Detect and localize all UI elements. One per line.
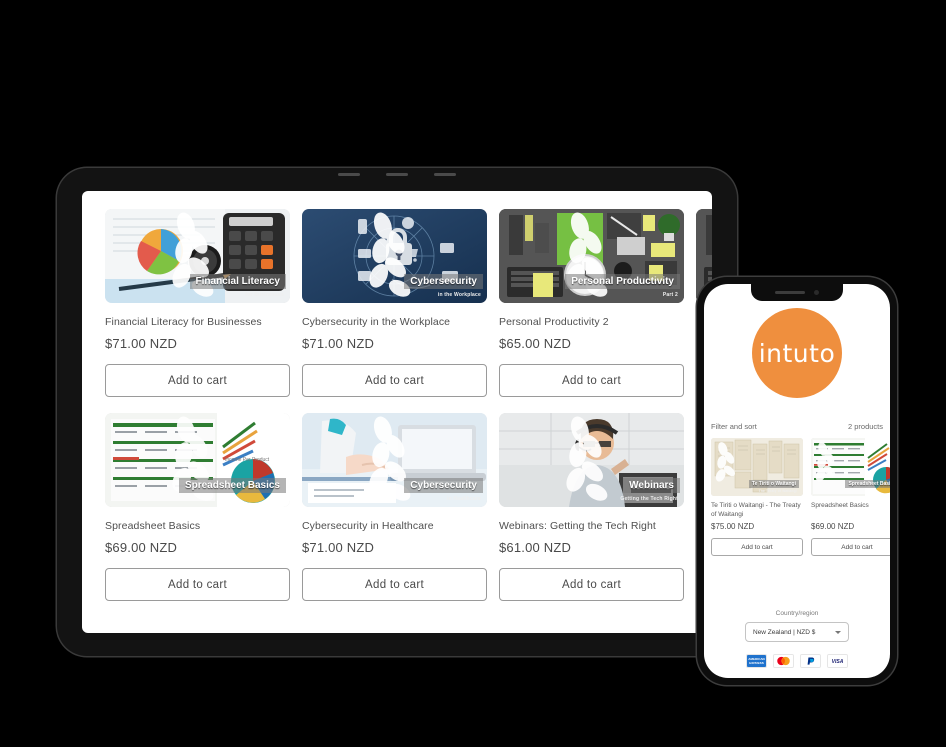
thumbnail-banner-sublabel: for Businesses [245,292,284,298]
thumbnail-banner-label: Spreadsheet Basics [178,478,286,494]
product-card: Personal Productivity Part 2 Personal Pr… [499,209,684,398]
product-card: Cybersecurity in Healthcare Cybersecurit… [302,413,487,602]
product-title[interactable]: Cybersecurity in the Workplace [302,315,487,329]
svg-text:VISA: VISA [832,659,844,665]
product-price: $71.00 NZD [105,336,178,352]
add-to-cart-button[interactable]: Add to cart [711,538,803,556]
product-card: Financial Literacy for Businesses Financ… [105,209,290,398]
tablet-screen: Financial Literacy for Businesses Financ… [82,191,712,633]
add-to-cart-button[interactable]: Add to cart [302,364,487,398]
add-to-cart-button[interactable]: Add to cart [105,568,290,602]
product-count-label: 2 products [847,422,883,431]
phone-screen: intuto Filter and sort 2 products Te Tir… [704,284,890,678]
tablet-speaker-grille [337,173,457,177]
add-to-cart-button[interactable]: Add to cart [811,538,890,556]
product-card: Cybersecurity in the Workplace Cybersecu… [302,209,487,398]
chevron-down-icon [835,630,841,634]
product-title[interactable]: Financial Literacy for Businesses [105,315,290,329]
thumbnail-banner-label: Cybersecurity [404,478,483,494]
product-card: Te Tiriti o Waitangi The Treaty of Waita… [711,438,803,556]
add-to-cart-button[interactable]: Add to cart [499,568,684,602]
product-price: $75.00 NZD [711,522,755,531]
mockup-stage: Financial Literacy for Businesses Financ… [0,0,946,747]
product-thumbnail[interactable]: Cybersecurity in the Workplace [302,209,487,303]
product-title[interactable]: Cybersecurity in Healthcare [302,519,487,533]
intuto-logo[interactable]: intuto [752,308,842,398]
svg-text:Income Per Product: Income Per Product [225,457,270,463]
thumbnail-banner-label: Personal Productivity [565,274,680,289]
payment-methods-row: AMERICAN EXPRESS VISA [704,654,890,668]
product-card: Webinars Getting the Tech Right Webinars… [499,413,684,602]
product-title[interactable]: Personal Productivity 2 [499,315,684,329]
product-thumbnail[interactable]: Cybersecurity in Healthcare [302,413,487,508]
phone-notch [751,284,843,301]
tablet-device: Financial Literacy for Businesses Financ… [57,168,737,656]
earpiece-speaker-icon [775,291,805,294]
product-price: $69.00 NZD [105,540,178,556]
phone-product-grid: Te Tiriti o Waitangi The Treaty of Waita… [704,438,890,556]
thumbnail-banner-sublabel: The Treaty of Waitangi [758,489,797,493]
product-thumbnail[interactable]: Te Tiriti o Waitangi The Treaty of Waita… [711,438,803,496]
add-to-cart-button[interactable]: Add to cart [302,568,487,602]
paypal-payment-icon [800,654,821,668]
thumbnail-banner-sublabel: Getting the Tech Right [620,496,678,503]
product-thumbnail[interactable]: Personal Productivity Part 2 [499,209,684,303]
product-price: $69.00 NZD [811,522,855,531]
thumbnail-banner-label: Financial Literacy [189,274,286,289]
svg-text:EXPRESS: EXPRESS [749,661,763,665]
product-title[interactable]: Spreadsheet Basics [811,502,890,520]
add-to-cart-button[interactable]: Add to cart [105,364,290,398]
filter-and-sort-button[interactable]: Filter and sort [711,422,757,431]
product-price: $71.00 NZD [302,336,375,352]
product-thumbnail[interactable]: Webinars Getting the Tech Right [499,413,684,508]
product-card: Spreadsheet Basics Spreadsheet Basics $6… [811,438,890,556]
product-price: $61.00 NZD [499,540,572,556]
thumbnail-banner-label: Spreadsheet Basics [845,480,890,488]
visa-payment-icon: VISA [827,654,848,668]
country-region-value: New Zealand | NZD $ [753,628,816,636]
thumbnail-banner-label: Te Tiriti o Waitangi [748,480,799,488]
country-region-select[interactable]: New Zealand | NZD $ [745,622,849,642]
phone-footer: Country/region New Zealand | NZD $ AMERI… [704,610,890,668]
mastercard-payment-icon [773,654,794,668]
country-region-label: Country/region [775,610,819,617]
phone-filter-bar: Filter and sort 2 products [704,422,890,431]
phone-header: intuto [704,284,890,398]
product-price: $65.00 NZD [499,336,572,352]
phone-device: intuto Filter and sort 2 products Te Tir… [697,277,897,685]
thumbnail-banner-sublabel: in the Workplace [437,292,481,298]
tablet-product-grid: Financial Literacy for Businesses Financ… [82,191,712,602]
product-title[interactable]: Webinars: Getting the Tech Right [499,519,684,533]
product-title[interactable]: Spreadsheet Basics [105,519,290,533]
product-price: $71.00 NZD [302,540,375,556]
product-thumbnail[interactable]: Spreadsheet Basics [811,438,890,496]
product-thumbnail[interactable]: Financial Literacy for Businesses [105,209,290,303]
amex-payment-icon: AMERICAN EXPRESS [746,654,767,668]
front-camera-icon [814,290,819,295]
product-card: Income Per Product Spreadsheet Basics Sp… [105,413,290,602]
product-title[interactable]: Te Tiriti o Waitangi - The Treaty of Wai… [711,502,803,520]
thumbnail-banner-label: Webinars [623,478,680,494]
thumbnail-banner-sublabel: in Healthcare [446,496,481,503]
add-to-cart-button[interactable]: Add to cart [499,364,684,398]
product-thumbnail[interactable]: Income Per Product Spreadsheet Basics [105,413,290,508]
thumbnail-banner-label: Cybersecurity [404,274,483,289]
intuto-logo-text: intuto [758,338,836,368]
thumbnail-banner-sublabel: Part 2 [662,292,678,298]
